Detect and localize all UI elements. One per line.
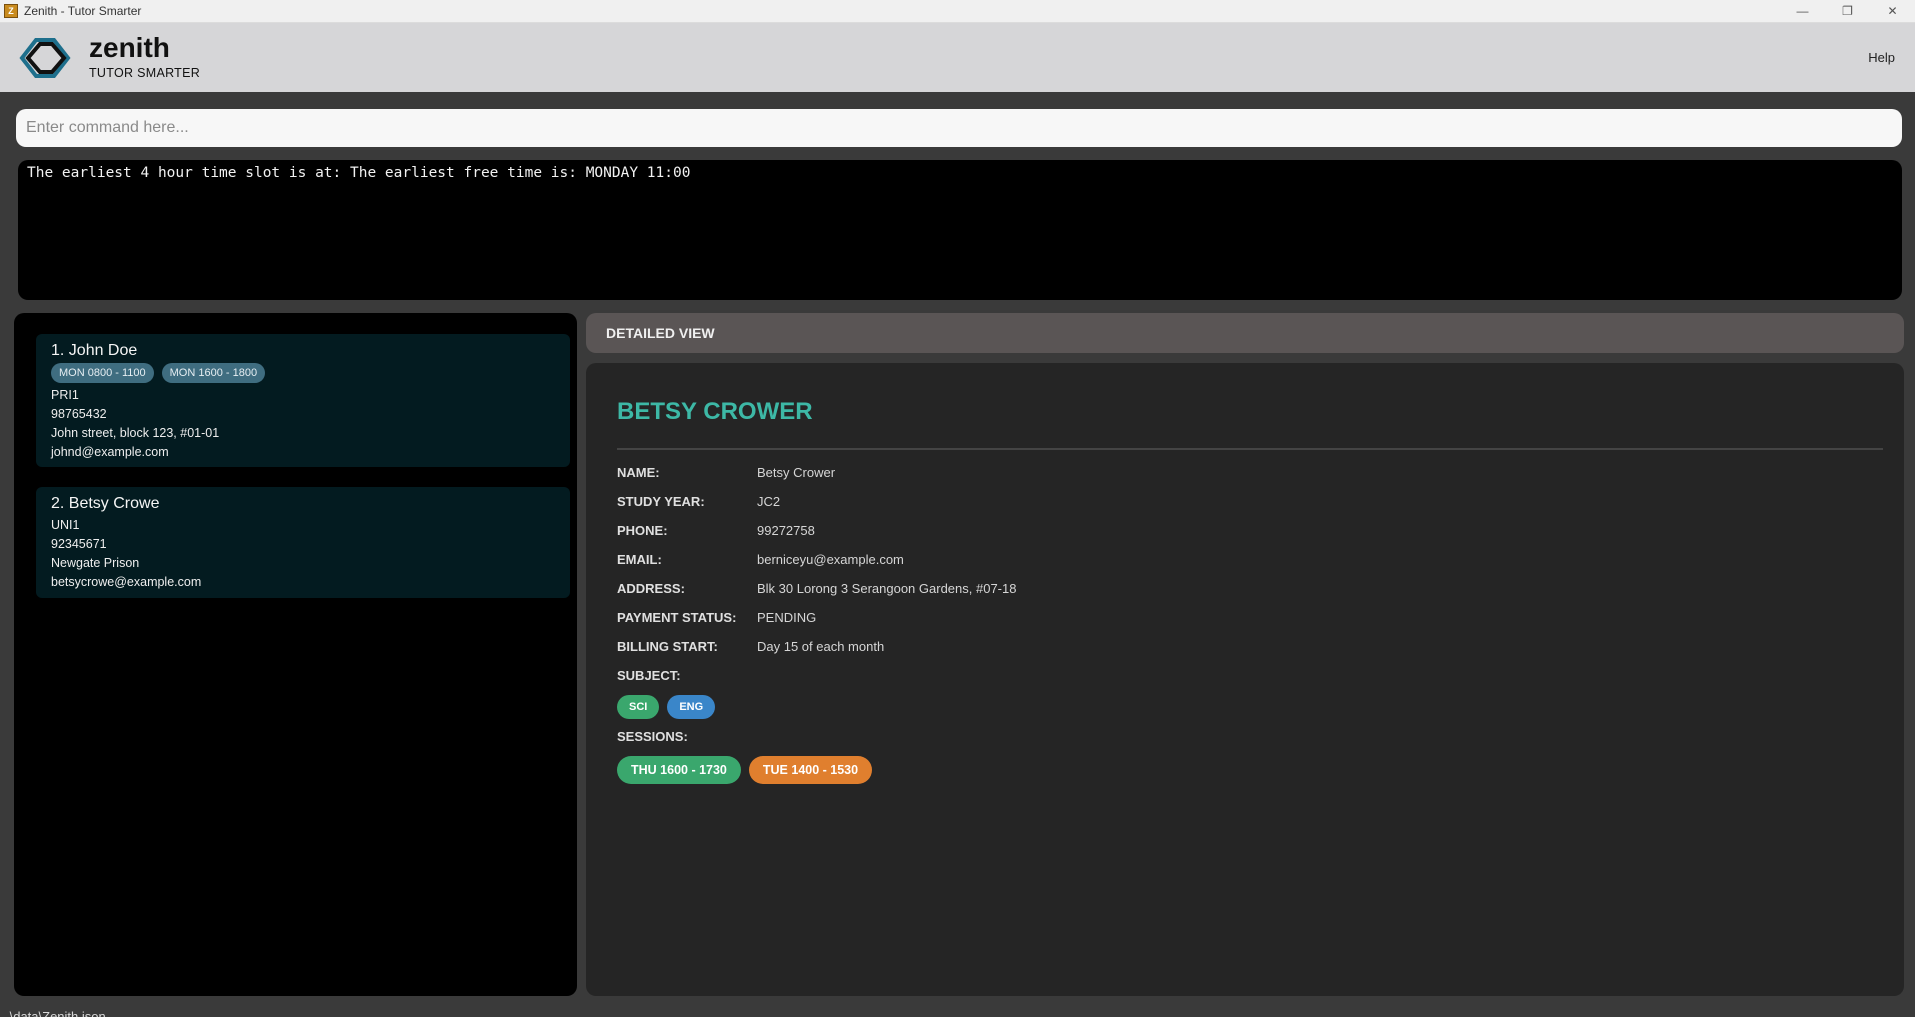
detail-field-billing-start: BILLING START: Day 15 of each month	[617, 639, 884, 654]
session-tag: MON 1600 - 1800	[161, 363, 266, 383]
app-icon: Z	[4, 4, 18, 18]
student-email: betsycrowe@example.com	[51, 575, 202, 589]
subject-tag: SCI	[617, 695, 660, 719]
subject-tag: ENG	[667, 695, 716, 719]
subject-label: SUBJECT:	[617, 668, 681, 683]
window-controls: — ❐ ✕	[1780, 0, 1915, 22]
status-bar: .\data\Zenith.json	[0, 1006, 1915, 1017]
detail-field-study-year: STUDY YEAR: JC2	[617, 494, 780, 509]
field-label: ADDRESS:	[617, 581, 685, 596]
detail-field-email: EMAIL: berniceyu@example.com	[617, 552, 904, 567]
window-titlebar: Z Zenith - Tutor Smarter — ❐ ✕	[0, 0, 1915, 23]
subject-tags: SCI ENG	[617, 695, 716, 719]
session-tag: TUE 1400 - 1530	[748, 756, 873, 784]
close-button[interactable]: ✕	[1870, 0, 1915, 22]
result-text: The earliest 4 hour time slot is at: The…	[27, 165, 691, 181]
command-input[interactable]	[16, 109, 1902, 147]
field-label: STUDY YEAR:	[617, 494, 705, 509]
brand: zenith TUTOR SMARTER	[89, 32, 200, 80]
session-tags: THU 1600 - 1730 TUE 1400 - 1530	[617, 756, 873, 784]
detail-view-panel: BETSY CROWER NAME: Betsy Crower STUDY YE…	[586, 363, 1904, 996]
session-tags: MON 0800 - 1100 MON 1600 - 1800	[51, 363, 555, 383]
zenith-logo-icon	[19, 38, 71, 78]
detail-field-name: NAME: Betsy Crower	[617, 465, 835, 480]
help-menu[interactable]: Help	[1868, 50, 1895, 65]
student-phone: 92345671	[51, 537, 107, 551]
field-value: Blk 30 Lorong 3 Serangoon Gardens, #07-1…	[757, 581, 1017, 596]
field-value: JC2	[757, 494, 781, 509]
detail-field-payment-status: PAYMENT STATUS: PENDING	[617, 610, 816, 625]
field-value: Betsy Crower	[757, 465, 836, 480]
field-value: Day 15 of each month	[757, 639, 885, 654]
field-value: berniceyu@example.com	[757, 552, 904, 567]
result-display: The earliest 4 hour time slot is at: The…	[18, 160, 1902, 300]
field-label: NAME:	[617, 465, 660, 480]
brand-name: zenith	[89, 32, 170, 63]
student-level: UNI1	[51, 518, 80, 532]
student-list-panel[interactable]: 1. John Doe MON 0800 - 1100 MON 1600 - 1…	[14, 313, 577, 996]
student-phone: 98765432	[51, 407, 107, 421]
sessions-label: SESSIONS:	[617, 729, 688, 744]
brand-tagline: TUTOR SMARTER	[89, 66, 201, 80]
restore-button[interactable]: ❐	[1825, 0, 1870, 22]
field-label: EMAIL:	[617, 552, 662, 567]
minimize-button[interactable]: —	[1780, 0, 1825, 22]
detail-student-name-heading: BETSY CROWER	[617, 398, 813, 425]
student-card[interactable]: 2. Betsy Crowe UNI1 92345671 Newgate Pri…	[36, 487, 570, 598]
student-name: 2. Betsy Crowe	[51, 495, 160, 512]
student-address: Newgate Prison	[51, 556, 140, 570]
session-tag: MON 0800 - 1100	[51, 363, 154, 383]
field-label: PAYMENT STATUS:	[617, 610, 737, 625]
detail-view-header: DETAILED VIEW	[586, 313, 1904, 353]
student-email: johnd@example.com	[51, 445, 169, 459]
field-label: PHONE:	[617, 523, 668, 538]
divider	[617, 448, 1883, 450]
field-value: 99272758	[757, 523, 815, 538]
student-level: PRI1	[51, 388, 79, 402]
data-file-path: .\data\Zenith.json	[6, 1009, 106, 1017]
student-address: John street, block 123, #01-01	[51, 426, 220, 440]
field-label: BILLING START:	[617, 639, 718, 654]
field-value: PENDING	[757, 610, 817, 625]
window-title: Zenith - Tutor Smarter	[24, 4, 142, 18]
app-header: zenith TUTOR SMARTER Help	[0, 23, 1915, 92]
student-name: 1. John Doe	[51, 342, 138, 359]
student-card[interactable]: 1. John Doe MON 0800 - 1100 MON 1600 - 1…	[36, 334, 570, 467]
detail-field-phone: PHONE: 99272758	[617, 523, 815, 538]
session-tag: THU 1600 - 1730	[617, 756, 741, 784]
detail-field-address: ADDRESS: Blk 30 Lorong 3 Serangoon Garde…	[617, 581, 1016, 596]
